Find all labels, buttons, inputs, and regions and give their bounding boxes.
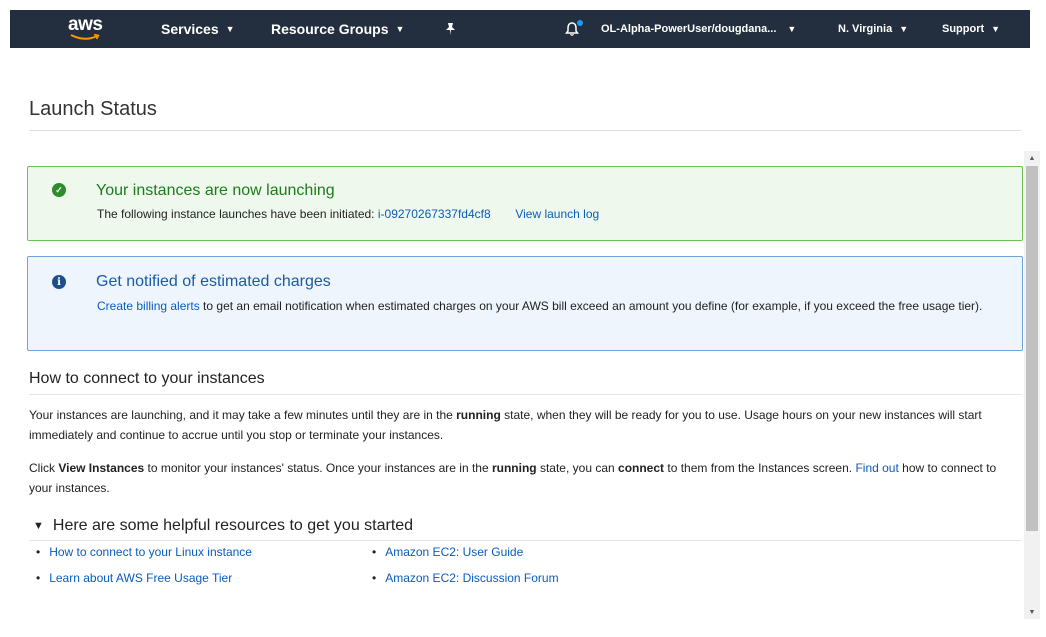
resource-link-item[interactable]: • Learn about AWS Free Usage Tier — [36, 571, 232, 585]
info-text: to get an email notification when estima… — [199, 299, 983, 313]
section-divider — [29, 540, 1021, 541]
bullet-icon: • — [36, 545, 41, 559]
info-heading: Get notified of estimated charges — [96, 273, 331, 290]
caret-down-icon: ▼ — [33, 520, 44, 532]
aws-logo-text: aws — [68, 14, 103, 35]
aws-smile-icon — [70, 34, 100, 40]
view-instances-keyword: View Instances — [58, 461, 145, 475]
chevron-down-icon: ▼ — [395, 24, 405, 34]
services-menu[interactable]: Services ▼ — [161, 10, 235, 48]
pin-icon[interactable] — [444, 10, 457, 48]
text-run: Click — [29, 461, 59, 475]
bullet-icon: • — [372, 545, 377, 559]
top-navigation-bar: aws Services ▼ Resource Groups ▼ OL-Alph… — [10, 10, 1030, 48]
page-title: Launch Status — [29, 98, 157, 120]
text-run: Your instances are launching, and it may… — [29, 408, 457, 422]
title-divider — [29, 130, 1021, 131]
check-circle-icon: ✓ — [52, 183, 66, 197]
chevron-down-icon: ▼ — [787, 24, 797, 34]
connect-keyword: connect — [618, 461, 665, 475]
view-instances-paragraph: Click View Instances to monitor your ins… — [29, 458, 1021, 498]
scroll-down-icon[interactable]: ▼ — [1024, 605, 1040, 619]
aws-logo[interactable]: aws — [68, 10, 103, 48]
vertical-scrollbar[interactable]: ▲ ▼ — [1024, 151, 1040, 619]
instance-id-link[interactable]: i-09270267337fd4cf8 — [378, 207, 491, 221]
resource-link[interactable]: How to connect to your Linux instance — [49, 545, 252, 559]
services-label: Services — [161, 21, 219, 37]
find-out-link[interactable]: Find out — [855, 461, 898, 475]
success-heading: Your instances are now launching — [96, 182, 335, 199]
chevron-down-icon: ▼ — [225, 24, 235, 34]
resource-link-item[interactable]: • Amazon EC2: User Guide — [372, 545, 523, 559]
resource-groups-label: Resource Groups — [271, 21, 389, 37]
create-billing-alerts-link[interactable]: Create billing alerts — [97, 299, 200, 313]
text-run: to monitor your instances' status. Once … — [144, 461, 492, 475]
resource-link[interactable]: Amazon EC2: User Guide — [385, 545, 523, 559]
running-keyword: running — [491, 461, 537, 475]
section-divider — [29, 394, 1021, 395]
text-run: to them from the Instances screen. — [664, 461, 856, 475]
scroll-up-icon[interactable]: ▲ — [1024, 151, 1040, 165]
bullet-icon: • — [36, 571, 41, 585]
support-menu[interactable]: Support ▼ — [942, 10, 1000, 48]
success-body: The following instance launches have bee… — [97, 204, 599, 224]
account-label: OL-Alpha-PowerUser/dougdana... — [601, 23, 777, 35]
bullet-icon: • — [372, 571, 377, 585]
region-menu[interactable]: N. Virginia ▼ — [838, 10, 908, 48]
resource-link-item[interactable]: • How to connect to your Linux instance — [36, 545, 252, 559]
notifications-button[interactable] — [564, 10, 583, 48]
support-label: Support — [942, 23, 985, 35]
billing-info-alert: i Get notified of estimated charges Crea… — [27, 256, 1023, 351]
resource-link[interactable]: Amazon EC2: Discussion Forum — [385, 571, 558, 585]
view-launch-log-link[interactable]: View launch log — [515, 207, 599, 221]
running-keyword: running — [456, 408, 501, 422]
notification-dot — [577, 20, 583, 26]
account-menu[interactable]: OL-Alpha-PowerUser/dougdana... ▼ — [601, 10, 796, 48]
launch-paragraph: Your instances are launching, and it may… — [29, 405, 1021, 445]
region-label: N. Virginia — [838, 23, 893, 35]
info-circle-icon: i — [52, 275, 66, 289]
resources-heading: Here are some helpful resources to get y… — [52, 517, 414, 534]
success-text: The following instance launches have bee… — [97, 207, 375, 221]
text-run: state, you can — [536, 461, 619, 475]
launch-success-alert: ✓ Your instances are now launching The f… — [27, 166, 1023, 241]
resources-toggle[interactable]: ▼ Here are some helpful resources to get… — [33, 517, 413, 535]
scrollbar-thumb[interactable] — [1026, 166, 1038, 531]
resource-groups-menu[interactable]: Resource Groups ▼ — [271, 10, 404, 48]
bell-icon — [564, 20, 583, 37]
chevron-down-icon: ▼ — [899, 24, 909, 34]
resource-link[interactable]: Learn about AWS Free Usage Tier — [49, 571, 232, 585]
resource-link-item[interactable]: • Amazon EC2: Discussion Forum — [372, 571, 559, 585]
connect-heading: How to connect to your instances — [29, 370, 265, 387]
chevron-down-icon: ▼ — [991, 24, 1001, 34]
info-body: Create billing alerts to get an email no… — [97, 296, 997, 316]
